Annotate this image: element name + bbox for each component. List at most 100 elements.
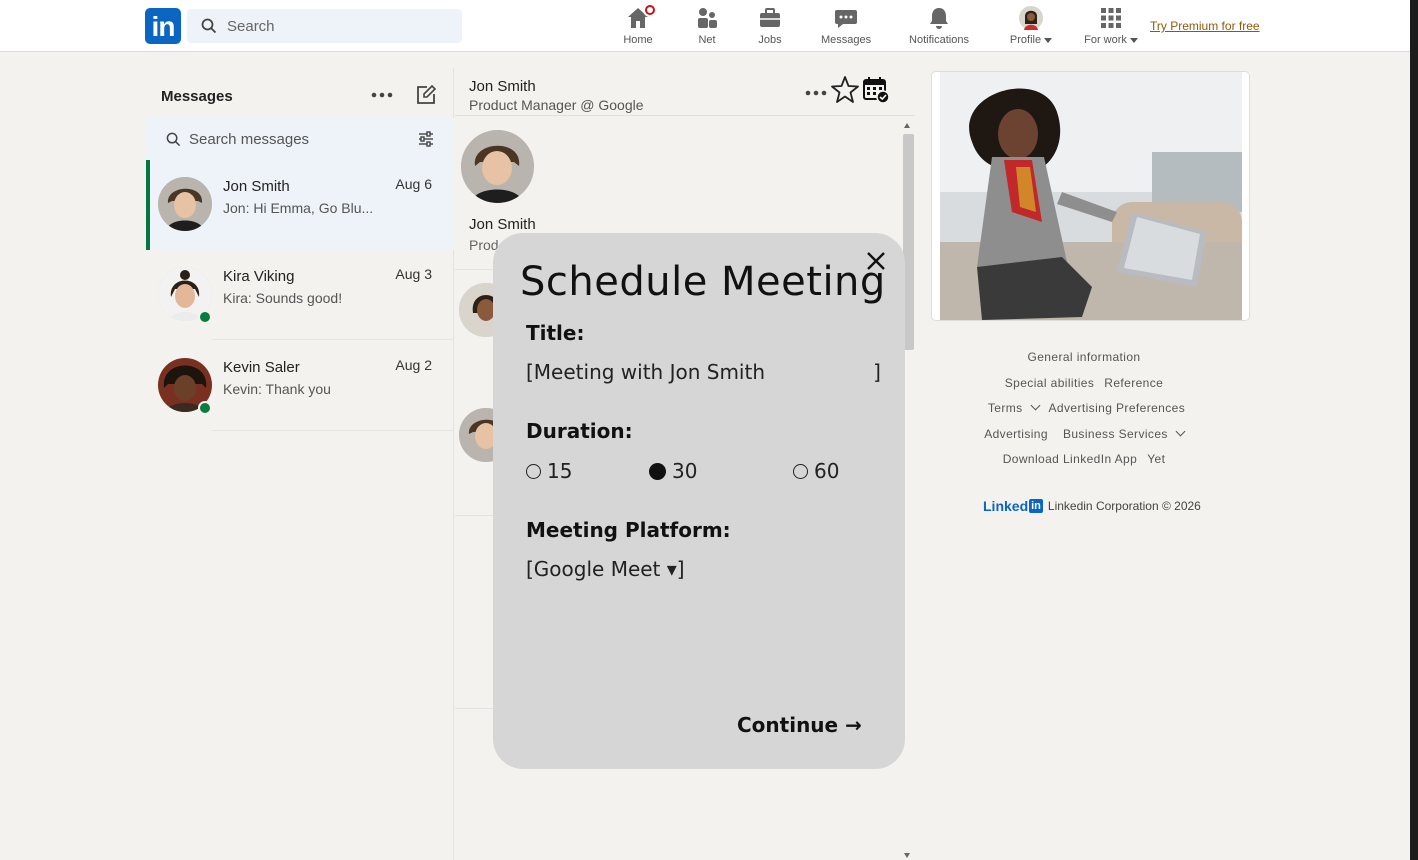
avatar xyxy=(1019,6,1043,30)
conversation-date: Aug 2 xyxy=(395,357,432,373)
promo-photo xyxy=(932,72,1249,320)
duration-option-15[interactable]: 15 xyxy=(526,459,572,483)
conversation-name: Kira Viking xyxy=(223,268,295,285)
nav-profile[interactable]: Profile xyxy=(1009,4,1053,50)
continue-button[interactable]: Continue → xyxy=(737,713,862,737)
online-status-indicator xyxy=(198,310,212,324)
messages-search-input[interactable]: Search messages xyxy=(146,118,454,160)
copyright-text: Linkedin Corporation © 2026 xyxy=(1047,499,1201,513)
title-label: Title: xyxy=(526,321,585,345)
nav-label: Notifications xyxy=(909,34,969,46)
meeting-title-input[interactable]: [Meeting with Jon Smith ] xyxy=(526,360,881,384)
nav-label-text: For work xyxy=(1084,34,1127,46)
footer-link[interactable]: Advertising Preferences xyxy=(1049,401,1186,415)
scroll-down-arrow[interactable] xyxy=(904,853,910,858)
conversation-item[interactable]: Kira Viking Aug 3 Kira: Sounds good! xyxy=(146,250,454,340)
schedule-meeting-dialog: Schedule Meeting Title: [Meeting with Jo… xyxy=(493,233,905,769)
duration-label: Duration: xyxy=(526,419,633,443)
nav-label: Net xyxy=(698,34,716,46)
nav-label-text: Profile xyxy=(1009,34,1042,46)
messages-panel: Messages Search messages Jon Smith Aug 6… xyxy=(146,68,454,860)
dialog-title: Schedule Meeting xyxy=(520,259,886,305)
radio-button[interactable] xyxy=(526,463,541,479)
footer-link-business[interactable]: Business Services xyxy=(1058,426,1186,441)
conversation-name: Jon Smith xyxy=(223,178,290,195)
conversation-item[interactable]: Kevin Saler Aug 2 Kevin: Thank you xyxy=(146,341,454,431)
messages-search-placeholder: Search messages xyxy=(189,130,310,148)
footer-link[interactable]: Yet xyxy=(1147,452,1165,466)
calendar-schedule-icon[interactable] xyxy=(862,76,890,104)
nav-label: Profile xyxy=(1009,34,1053,46)
footer-link-text: Business Services xyxy=(1062,426,1168,441)
contact-profile-name[interactable]: Jon Smith xyxy=(469,216,536,233)
nav-network[interactable]: Net xyxy=(692,4,722,50)
nav-jobs[interactable]: Jobs xyxy=(755,4,785,50)
more-options-icon[interactable] xyxy=(371,92,393,98)
conversation-name: Kevin Saler xyxy=(223,359,300,376)
scroll-up-arrow[interactable] xyxy=(904,123,910,128)
messages-title: Messages xyxy=(161,88,233,105)
radio-button-selected[interactable] xyxy=(649,462,666,480)
conversation-preview: Kira: Sounds good! xyxy=(223,290,343,306)
window-edge xyxy=(1410,0,1418,860)
footer-logo-text: Linked xyxy=(983,498,1029,514)
more-options-icon[interactable] xyxy=(805,90,827,96)
caret-down-icon xyxy=(1044,37,1053,43)
notification-badge xyxy=(643,3,657,17)
chevron-down-icon xyxy=(1030,400,1040,411)
duration-option-60[interactable]: 60 xyxy=(793,459,839,483)
avatar xyxy=(158,177,212,231)
meeting-platform-select[interactable]: [Google Meet ▾] xyxy=(526,557,685,581)
filter-icon[interactable] xyxy=(418,131,434,147)
search-icon xyxy=(201,18,217,34)
global-search-input[interactable]: Search xyxy=(187,9,462,43)
duration-value: 60 xyxy=(814,459,840,483)
linkedin-logo[interactable]: in xyxy=(145,8,181,44)
platform-label: Meeting Platform: xyxy=(526,518,731,542)
nav-home[interactable]: Home xyxy=(623,3,657,50)
footer-link[interactable]: Download LinkedIn App xyxy=(1003,452,1138,466)
conversation-item[interactable]: Jon Smith Aug 6 Jon: Hi Emma, Go Blu... xyxy=(146,160,454,250)
chat-contact-name[interactable]: Jon Smith xyxy=(469,78,536,95)
footer-links: General information Special abilities Ref… xyxy=(931,349,1237,477)
conversation-date: Aug 3 xyxy=(395,266,432,282)
compose-icon[interactable] xyxy=(416,85,436,105)
divider xyxy=(455,115,915,116)
footer-link[interactable]: Advertising xyxy=(984,427,1048,441)
contact-profile-photo[interactable] xyxy=(461,130,534,203)
try-premium-link[interactable]: Try Premium for free xyxy=(1150,19,1260,33)
close-icon[interactable] xyxy=(865,250,887,272)
footer-brand: Linked in Linkedin Corporation © 2026 xyxy=(983,498,1201,514)
nav-notifications[interactable]: Notifications xyxy=(909,4,969,50)
conversation-preview: Kevin: Thank you xyxy=(223,381,331,397)
contact-profile-headline: Prod xyxy=(469,237,499,253)
footer-link-terms[interactable]: Terms xyxy=(983,400,1040,415)
divider xyxy=(212,339,454,340)
nav-label: For work xyxy=(1084,34,1138,46)
promo-photo-card[interactable] xyxy=(931,71,1250,321)
nav-for-work[interactable]: For work xyxy=(1084,4,1138,50)
nav-label: Home xyxy=(623,34,653,46)
grid-icon xyxy=(1101,8,1121,28)
duration-option-30[interactable]: 30 xyxy=(649,459,697,483)
footer-link[interactable]: Special abilities xyxy=(1005,376,1095,390)
chat-icon xyxy=(835,10,857,28)
footer-logo-in: in xyxy=(1029,499,1043,513)
footer-link[interactable]: General information xyxy=(1028,350,1141,364)
bell-icon xyxy=(930,8,948,29)
messages-header: Messages xyxy=(146,68,454,118)
conversation-date: Aug 6 xyxy=(395,176,432,192)
footer-link[interactable]: Reference xyxy=(1104,376,1163,390)
search-icon xyxy=(166,132,181,146)
search-placeholder: Search xyxy=(227,17,275,35)
duration-value: 30 xyxy=(672,459,698,483)
star-icon[interactable] xyxy=(830,75,860,105)
people-icon xyxy=(698,8,717,28)
nav-messages[interactable]: Messages xyxy=(820,4,872,50)
nav-label: Jobs xyxy=(758,34,782,46)
nav-label: Messages xyxy=(820,34,872,46)
radio-button[interactable] xyxy=(793,463,808,479)
top-navbar: in Search Home Net Jobs Messages Notific… xyxy=(0,0,1410,52)
caret-down-icon xyxy=(1129,37,1138,43)
conversation-preview: Jon: Hi Emma, Go Blu... xyxy=(223,200,374,216)
